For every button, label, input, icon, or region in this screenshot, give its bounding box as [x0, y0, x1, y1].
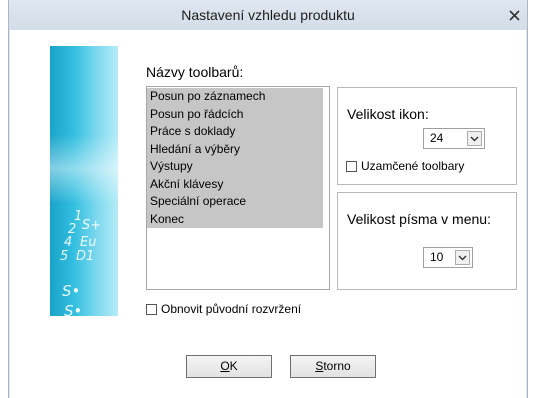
icon-size-group: Velikost ikon: 24 Uzamčené toolbary — [337, 87, 517, 185]
ok-label: K — [229, 359, 238, 373]
icon-size-label: Velikost ikon: — [347, 106, 429, 122]
list-item[interactable]: Speciální operace — [147, 193, 323, 211]
dialog-window: Nastavení vzhledu produktu 1 2 S+ 4 Eu 5… — [8, 0, 528, 398]
list-item[interactable]: Výstupy — [147, 158, 323, 176]
menu-font-group: Velikost písma v menu: 10 — [337, 192, 517, 290]
menu-font-size-label: Velikost písma v menu: — [347, 211, 491, 227]
icon-size-value: 24 — [430, 131, 444, 145]
toolbar-names-label: Názvy toolbarů: — [146, 64, 244, 80]
dialog-client: 1 2 S+ 4 Eu 5 D1 S• S• Názvy toolbarů: P… — [10, 30, 526, 398]
banner-glyph: 5 — [60, 249, 69, 264]
restore-layout-checkbox[interactable] — [146, 303, 157, 315]
close-icon[interactable] — [507, 8, 521, 22]
toolbar-list[interactable]: Posun po záznamech Posun po řádcích Prác… — [146, 86, 330, 290]
icon-size-select[interactable]: 24 — [423, 128, 485, 149]
list-item[interactable]: Práce s doklady — [147, 123, 323, 141]
cancel-label: torno — [323, 359, 351, 373]
ok-button[interactable]: OK — [186, 355, 272, 378]
list-item[interactable]: Akční klávesy — [147, 175, 323, 193]
banner-glyph: Eu — [80, 235, 97, 250]
menu-font-size-select[interactable]: 10 — [423, 247, 473, 268]
banner-glyph: D1 — [76, 249, 95, 264]
chevron-down-icon[interactable] — [455, 250, 470, 265]
banner-glyph: S• — [64, 302, 83, 316]
chevron-down-icon[interactable] — [467, 131, 482, 146]
banner-glyph: S+ — [82, 218, 102, 233]
window-title: Nastavení vzhledu produktu — [181, 7, 355, 23]
locked-toolbars-checkbox[interactable] — [346, 160, 357, 172]
title-bar: Nastavení vzhledu produktu — [9, 0, 527, 30]
list-item[interactable]: Konec — [147, 210, 323, 228]
restore-layout-label: Obnovit původní rozvržení — [161, 302, 302, 316]
locked-toolbars-label: Uzamčené toolbary — [361, 159, 465, 173]
list-item[interactable]: Hledání a výběry — [147, 140, 323, 158]
banner-glyph: S• — [62, 282, 81, 300]
restore-layout-row[interactable]: Obnovit původní rozvržení — [146, 302, 301, 316]
ok-mnemonic: O — [220, 359, 230, 373]
banner-glyph: 4 — [64, 235, 73, 250]
menu-font-size-value: 10 — [430, 250, 444, 264]
locked-toolbars-row[interactable]: Uzamčené toolbary — [346, 159, 464, 173]
cancel-button[interactable]: Storno — [290, 355, 376, 378]
list-item[interactable]: Posun po řádcích — [147, 105, 323, 123]
decorative-banner-image: 1 2 S+ 4 Eu 5 D1 S• S• — [50, 46, 118, 316]
list-item[interactable]: Posun po záznamech — [147, 88, 323, 106]
